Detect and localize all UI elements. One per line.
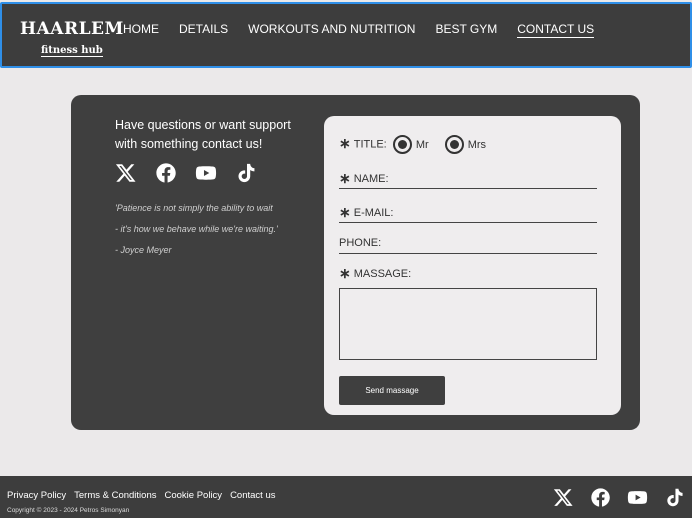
- site-header: HAARLEM fitness hub HOME DETAILS WORKOUT…: [0, 2, 692, 68]
- logo-sub-text: fitness hub: [41, 45, 103, 57]
- nav-best-gym[interactable]: BEST GYM: [435, 21, 497, 38]
- message-textarea[interactable]: [339, 288, 597, 360]
- radio-mr[interactable]: [392, 135, 412, 154]
- nav-workouts-nutrition[interactable]: WORKOUTS AND NUTRITION: [248, 21, 415, 38]
- tiktok-icon[interactable]: [235, 162, 257, 184]
- facebook-icon[interactable]: [590, 487, 611, 508]
- required-mark: ∗: [339, 170, 351, 186]
- contact-socials: [115, 162, 295, 184]
- contact-form: ∗ TITLE: Mr Mrs ∗ NAME: ∗ E-MAIL: PHONE: ∗ M…: [324, 116, 621, 415]
- contact-section: Have questions or want support with some…: [71, 95, 640, 430]
- x-icon[interactable]: [115, 162, 137, 184]
- youtube-icon[interactable]: [195, 162, 217, 184]
- message-label-row: ∗ MASSAGE:: [339, 265, 597, 282]
- radio-mrs-label: Mrs: [467, 138, 487, 151]
- x-icon[interactable]: [553, 487, 574, 508]
- name-field[interactable]: ∗ NAME:: [339, 170, 597, 189]
- footer-link-contact[interactable]: Contact us: [230, 490, 275, 501]
- name-label: NAME:: [353, 173, 389, 185]
- quote-author: - Joyce Meyer: [115, 245, 172, 255]
- quote-line: - it's how we behave while we're waiting…: [115, 224, 278, 234]
- phone-label: PHONE:: [339, 237, 382, 249]
- email-field[interactable]: ∗ E-MAIL:: [339, 204, 597, 223]
- facebook-icon[interactable]: [155, 162, 177, 184]
- footer-link-privacy[interactable]: Privacy Policy: [7, 490, 66, 501]
- quote-line: 'Patience is not simply the ability to w…: [115, 203, 273, 213]
- title-row: ∗ TITLE: Mr Mrs: [339, 135, 597, 154]
- required-mark: ∗: [339, 265, 351, 281]
- nav-details[interactable]: DETAILS: [179, 21, 228, 38]
- footer-link-terms[interactable]: Terms & Conditions: [74, 490, 156, 501]
- footer-links: Privacy Policy Terms & Conditions Cookie…: [7, 490, 275, 501]
- site-footer: Privacy Policy Terms & Conditions Cookie…: [0, 476, 692, 518]
- name-input-line[interactable]: [339, 187, 597, 189]
- youtube-icon[interactable]: [627, 487, 648, 508]
- logo[interactable]: HAARLEM fitness hub: [20, 20, 124, 57]
- radio-mrs[interactable]: [444, 135, 464, 154]
- footer-link-cookie[interactable]: Cookie Policy: [165, 490, 223, 501]
- phone-field[interactable]: PHONE:: [339, 237, 597, 254]
- contact-intro: Have questions or want support with some…: [115, 118, 291, 151]
- contact-info: Have questions or want support with some…: [115, 116, 295, 261]
- nav-home[interactable]: HOME: [123, 21, 159, 38]
- radio-mr-label: Mr: [415, 138, 429, 151]
- email-label: E-MAIL:: [353, 207, 394, 219]
- logo-main-text: HAARLEM: [20, 19, 124, 39]
- email-input-line[interactable]: [339, 221, 597, 223]
- quote: 'Patience is not simply the ability to w…: [115, 198, 295, 261]
- nav-contact-us[interactable]: CONTACT US: [517, 21, 595, 38]
- required-mark: ∗: [339, 135, 351, 152]
- footer-socials: [553, 487, 685, 508]
- phone-input-line[interactable]: [339, 252, 597, 254]
- tiktok-icon[interactable]: [664, 487, 685, 508]
- required-mark: ∗: [339, 204, 351, 220]
- send-message-button[interactable]: Send massage: [339, 376, 445, 405]
- main-nav: HOME DETAILS WORKOUTS AND NUTRITION BEST…: [123, 21, 614, 38]
- copyright: Copyright © 2023 - 2024 Petros Simonyan: [7, 507, 130, 514]
- title-label: TITLE:: [353, 138, 387, 151]
- message-label: MASSAGE:: [353, 268, 412, 280]
